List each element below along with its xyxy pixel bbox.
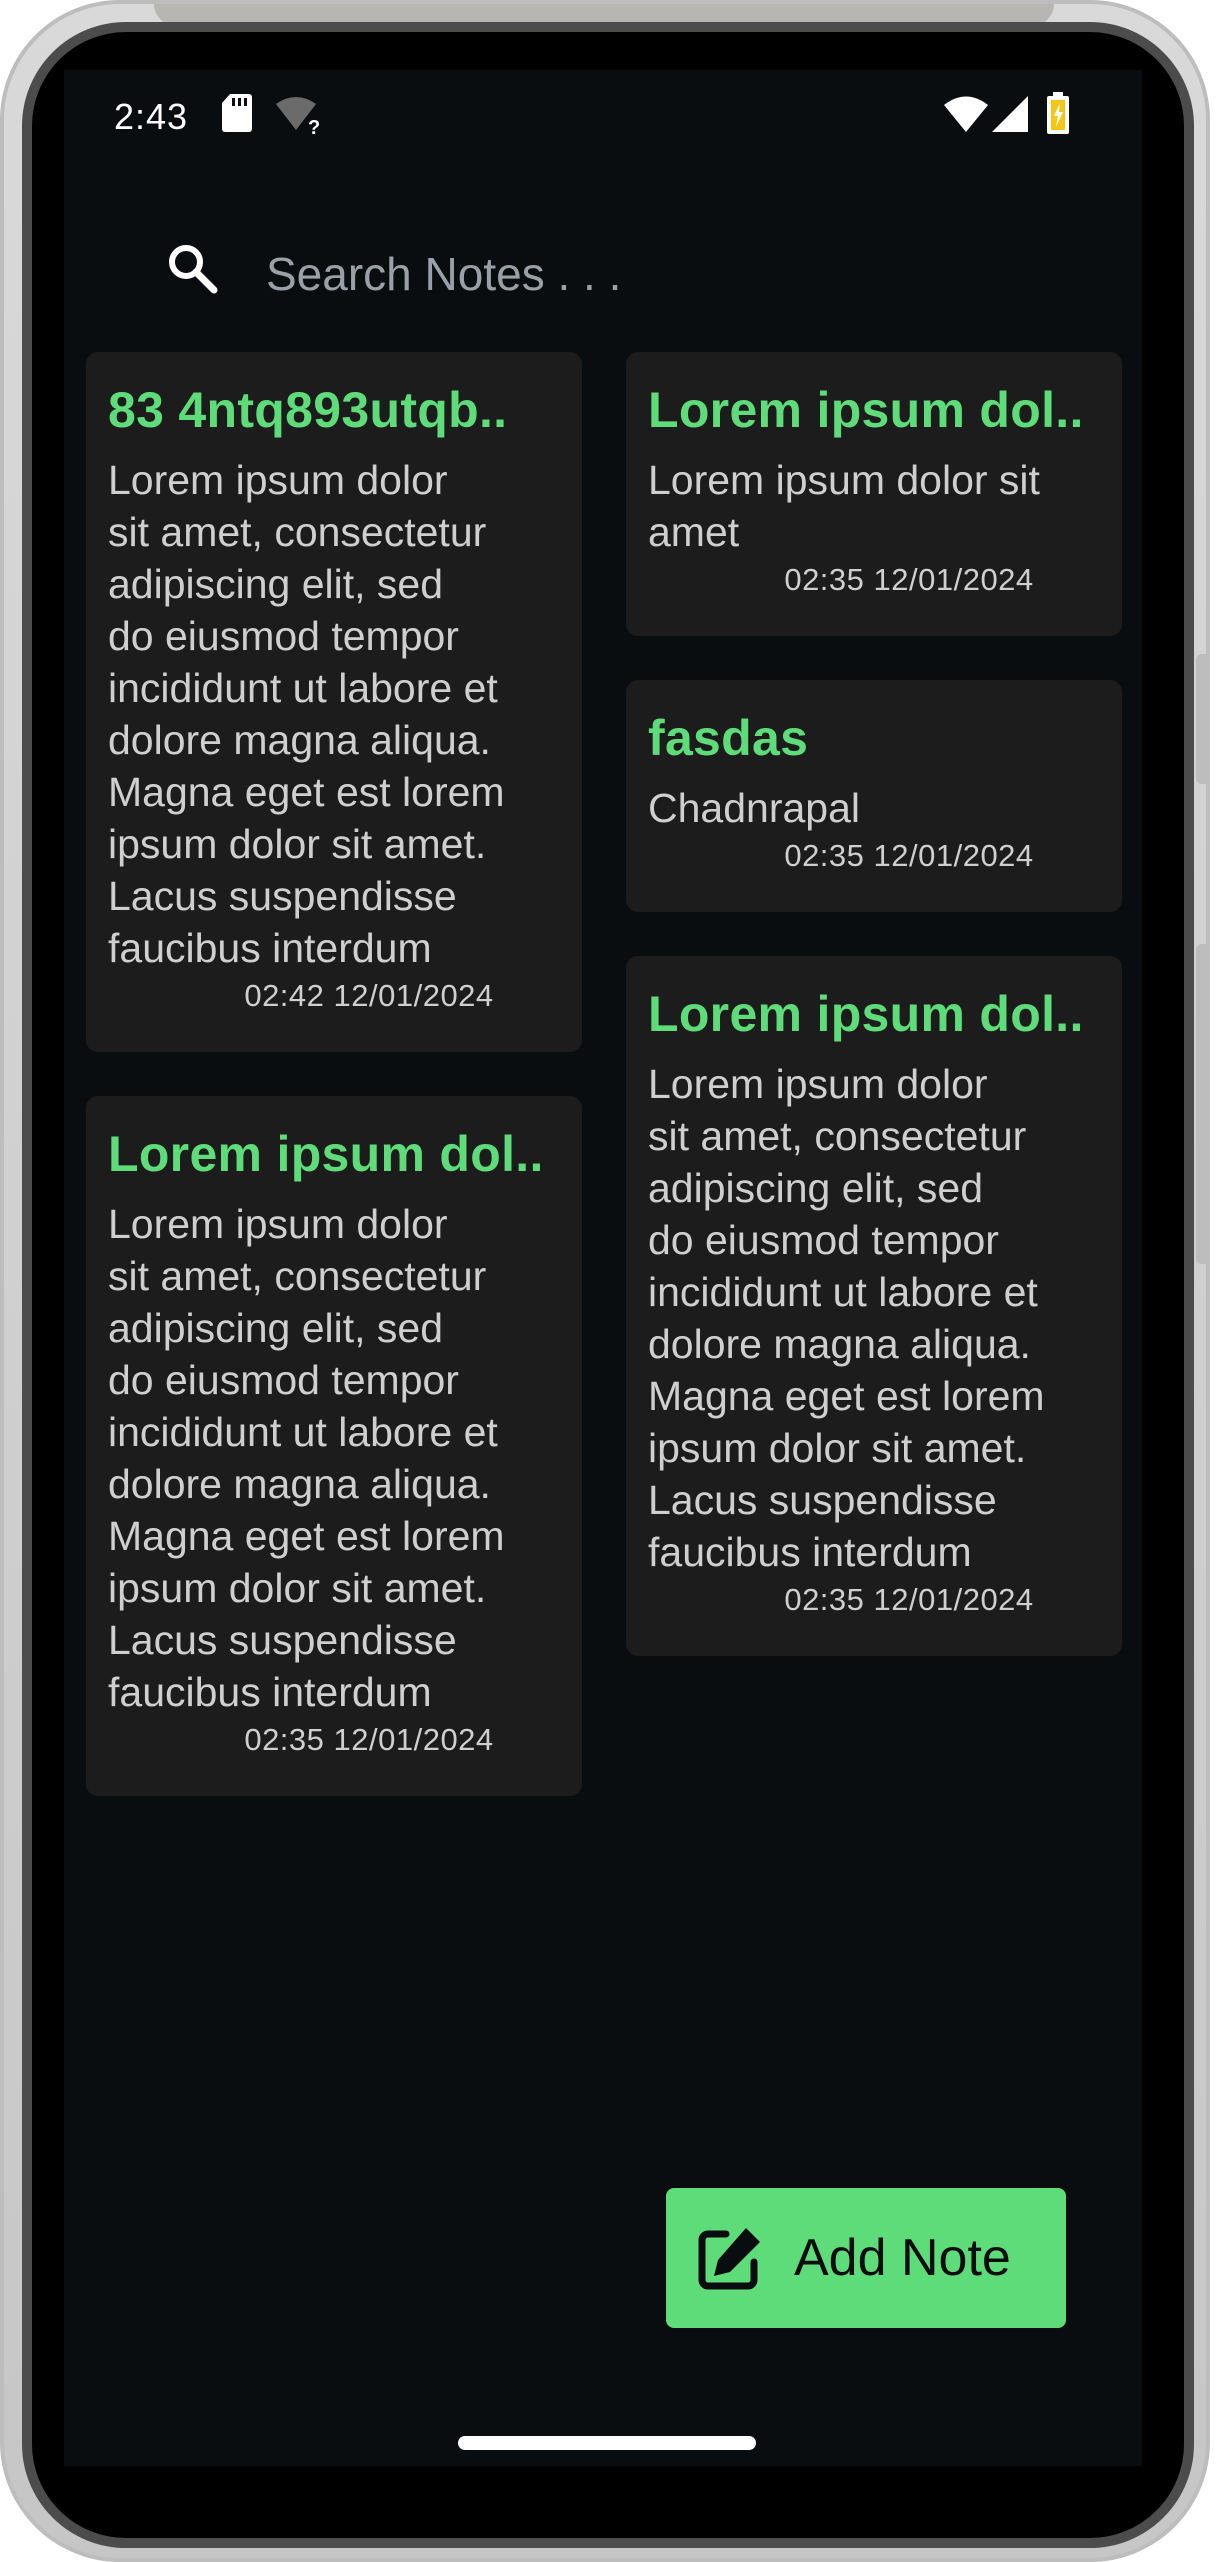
note-card[interactable]: Lorem ipsum dol.. Lorem ipsum dolor sit …	[86, 1096, 582, 1796]
edit-note-icon	[698, 2228, 760, 2290]
battery-charging-icon	[1047, 92, 1069, 134]
note-body: Lorem ipsum dolor sit amet, consectetur …	[108, 457, 505, 971]
search-bar[interactable]	[164, 220, 1064, 330]
note-timestamp: 02:35 12/01/2024	[784, 838, 1034, 873]
status-time: 2:43	[114, 96, 189, 137]
power-button	[1196, 944, 1210, 1264]
note-title: Lorem ipsum dol..	[108, 1126, 544, 1182]
note-timestamp: 02:35 12/01/2024	[784, 1582, 1034, 1617]
app-screen: 2:43 ? Search Notes . . . 83 4ntq893utqb…	[64, 70, 1142, 2466]
note-body: Lorem ipsum dolor sit amet, consectetur …	[108, 1201, 505, 1715]
signal-icon	[992, 96, 1028, 132]
note-body: Lorem ipsum dolor sit amet, consectetur …	[648, 1061, 1045, 1575]
note-card[interactable]: Lorem ipsum dol.. Lorem ipsum dolor sit …	[626, 956, 1122, 1656]
note-card[interactable]: 83 4ntq893utqb.. Lorem ipsum dolor sit a…	[86, 352, 582, 1052]
note-body: Lorem ipsum dolor sit amet	[648, 457, 1040, 555]
note-title: Lorem ipsum dol..	[648, 986, 1084, 1042]
svg-text:?: ?	[308, 117, 320, 136]
search-icon	[169, 245, 218, 294]
home-indicator[interactable]	[458, 2436, 756, 2450]
add-note-label: Add Note	[794, 2229, 1011, 2287]
note-body: Chadnrapal	[648, 785, 860, 831]
add-note-button[interactable]: Add Note	[666, 2188, 1066, 2328]
status-bar: 2:43 ?	[64, 70, 1142, 160]
volume-up-button	[1196, 654, 1210, 784]
note-title: 83 4ntq893utqb..	[108, 382, 508, 438]
note-timestamp: 02:35 12/01/2024	[244, 1722, 494, 1757]
wifi-unknown-icon: ?	[276, 97, 320, 136]
note-card[interactable]: Lorem ipsum dol.. Lorem ipsum dolor sit …	[626, 352, 1122, 636]
wifi-icon	[944, 96, 988, 132]
note-timestamp: 02:42 12/01/2024	[244, 978, 494, 1013]
note-title: fasdas	[648, 710, 809, 766]
note-card[interactable]: fasdas Chadnrapal 02:35 12/01/2024	[626, 680, 1122, 912]
search-input[interactable]	[264, 238, 1048, 310]
note-timestamp: 02:35 12/01/2024	[784, 562, 1034, 597]
sd-card-icon	[222, 94, 252, 132]
note-title: Lorem ipsum dol..	[648, 382, 1084, 438]
